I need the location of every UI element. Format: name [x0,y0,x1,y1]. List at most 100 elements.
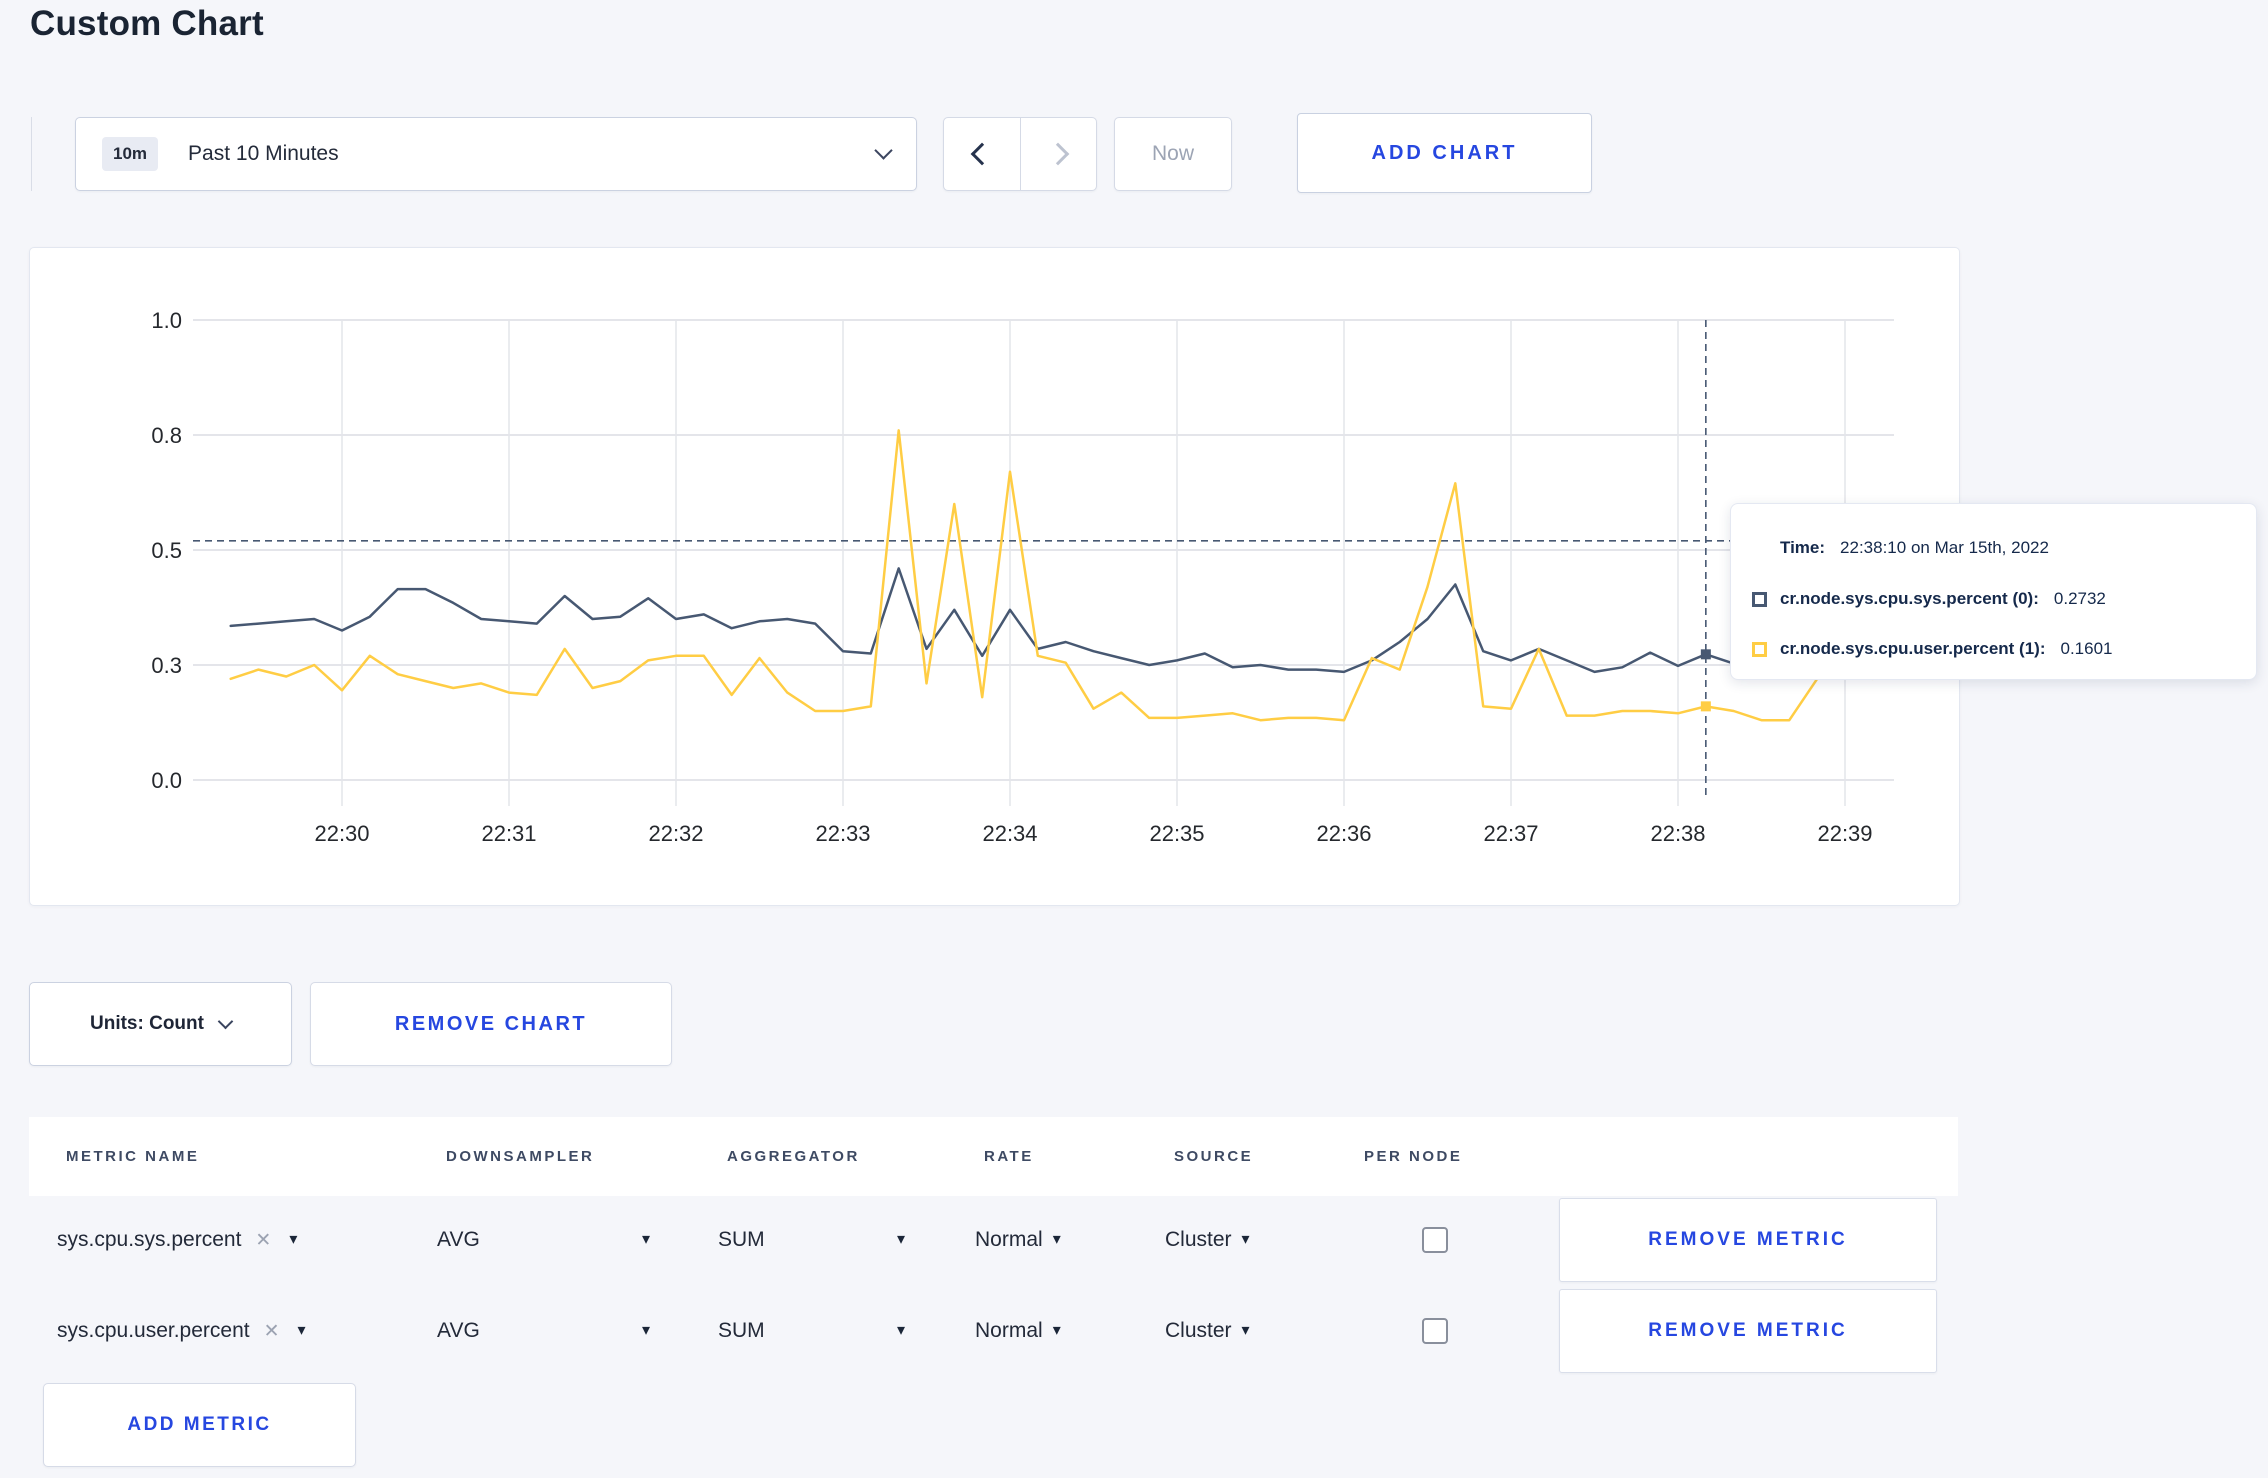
metric-name-value: sys.cpu.sys.percent [57,1228,242,1251]
table-row: sys.cpu.user.percent ✕ ▾ AVG ▾ SUM ▾ Nor… [29,1289,1958,1373]
table-row: sys.cpu.sys.percent ✕ ▾ AVG ▾ SUM ▾ Norm… [29,1198,1958,1282]
downsampler-cell: AVG ▾ [437,1228,718,1252]
source-value: Cluster [1165,1319,1232,1342]
y-tick-label: 0.5 [151,538,182,563]
chevron-down-icon: ▾ [641,1322,650,1339]
rate-select[interactable]: Normal ▾ [975,1228,1165,1252]
x-tick-label: 22:33 [815,821,870,846]
per-node-cell [1355,1318,1515,1344]
add-chart-label: ADD CHART [1371,141,1518,164]
source-select[interactable]: Cluster ▾ [1165,1228,1355,1252]
metric-name-select[interactable]: sys.cpu.sys.percent ✕ ▾ [57,1228,437,1252]
next-time-button[interactable] [1019,118,1097,190]
chevron-down-icon [217,1013,234,1030]
timeframe-badge: 10m [102,137,159,171]
add-chart-button[interactable]: ADD CHART [1297,113,1592,193]
remove-chart-label: REMOVE CHART [394,1012,588,1035]
remove-chart-button[interactable]: REMOVE CHART [310,982,672,1066]
aggregator-select[interactable]: SUM ▾ [718,1228,905,1252]
page-title: Custom Chart [30,4,264,43]
x-tick-label: 22:35 [1149,821,1204,846]
toolbar-divider [31,117,32,191]
chevron-down-icon: ▾ [1052,1322,1061,1339]
per-node-checkbox[interactable] [1422,1227,1448,1253]
aggregator-select[interactable]: SUM ▾ [718,1319,905,1343]
y-tick-label: 0.8 [151,423,182,448]
per-node-checkbox[interactable] [1422,1318,1448,1344]
chart-tooltip: Time: 22:38:10 on Mar 15th, 2022 cr.node… [1730,503,2257,680]
chevron-down-icon [874,141,893,160]
rate-value: Normal [975,1228,1043,1251]
x-tick-label: 22:32 [648,821,703,846]
x-tick-label: 22:34 [982,821,1037,846]
chevron-down-icon: ▾ [1241,1322,1250,1339]
actions-cell: REMOVE METRIC [1515,1289,1958,1373]
col-header-aggregator: AGGREGATOR [727,1148,860,1165]
downsampler-value: AVG [437,1319,480,1342]
chevron-right-icon [1046,142,1070,166]
aggregator-value: SUM [718,1228,765,1251]
add-metric-label: ADD METRIC [127,1414,272,1435]
clear-icon[interactable]: ✕ [264,1320,280,1343]
source-select[interactable]: Cluster ▾ [1165,1319,1355,1343]
cpu-chart-svg[interactable]: 0.0 0.3 0.5 0.8 1.0 22:30 22:31 22:32 22:33 22:34… [30,248,1959,905]
timeframe-select[interactable]: 10m Past 10 Minutes [75,117,917,191]
now-button-label: Now [1151,142,1194,165]
remove-metric-button[interactable]: REMOVE METRIC [1559,1289,1937,1373]
metrics-table-header: METRIC NAME DOWNSAMPLER AGGREGATOR RATE … [29,1117,1958,1196]
tooltip-series-0-label: cr.node.sys.cpu.sys.percent (0): [1780,589,2039,608]
tooltip-time-row: Time: 22:38:10 on Mar 15th, 2022 [1731,538,2049,558]
hover-point-0 [1700,649,1711,660]
col-header-per-node: PER NODE [1364,1148,1463,1165]
aggregator-cell: SUM ▾ [718,1319,975,1343]
timeframe-label: Past 10 Minutes [188,142,339,165]
x-tick-label: 22:37 [1483,821,1538,846]
prev-time-button[interactable] [944,118,1020,190]
col-header-metric-name: METRIC NAME [66,1148,200,1165]
downsampler-select[interactable]: AVG ▾ [437,1228,650,1252]
series-1-legend-icon [1752,641,1767,657]
units-label: Units: Count [90,1013,204,1034]
series-0-legend-icon [1752,591,1767,607]
tooltip-series-1-value: 0.1601 [2060,639,2113,658]
source-value: Cluster [1165,1228,1232,1251]
x-tick-label: 22:38 [1650,821,1705,846]
chevron-down-icon: ▾ [641,1231,650,1248]
col-header-source: SOURCE [1174,1148,1254,1165]
tooltip-time-label: Time: [1780,538,1826,557]
downsampler-value: AVG [437,1228,480,1251]
chevron-down-icon: ▾ [297,1322,306,1339]
tooltip-series-1-label: cr.node.sys.cpu.user.percent (1): [1780,639,2046,658]
per-node-cell [1355,1227,1515,1253]
col-header-downsampler: DOWNSAMPLER [446,1148,595,1165]
chevron-down-icon: ▾ [289,1231,298,1248]
chevron-down-icon: ▾ [1241,1231,1250,1248]
chevron-down-icon: ▾ [1052,1231,1061,1248]
col-header-rate: RATE [984,1148,1034,1165]
actions-cell: REMOVE METRIC [1515,1198,1958,1282]
clear-icon[interactable]: ✕ [255,1229,271,1252]
metric-name-select[interactable]: sys.cpu.user.percent ✕ ▾ [57,1319,437,1343]
tooltip-time-value: 22:38:10 on Mar 15th, 2022 [1840,538,2049,557]
downsampler-select[interactable]: AVG ▾ [437,1319,650,1343]
hover-point-1 [1700,701,1711,712]
chevron-down-icon: ▾ [896,1231,905,1248]
series-line-0 [229,567,1875,674]
aggregator-cell: SUM ▾ [718,1228,975,1252]
y-tick-label: 1.0 [151,308,182,333]
remove-metric-label: REMOVE METRIC [1648,1320,1848,1341]
rate-value: Normal [975,1319,1043,1342]
metric-name-value: sys.cpu.user.percent [57,1319,250,1342]
time-nav-group [943,117,1097,191]
units-select[interactable]: Units: Count [29,982,292,1066]
now-button[interactable]: Now [1114,117,1232,191]
tooltip-series-row: cr.node.sys.cpu.sys.percent (0): 0.2732 [1731,589,2106,609]
tooltip-series-row: cr.node.sys.cpu.user.percent (1): 0.1601 [1731,639,2112,659]
rate-select[interactable]: Normal ▾ [975,1319,1165,1343]
x-tick-label: 22:36 [1316,821,1371,846]
chevron-left-icon [970,142,994,166]
remove-metric-button[interactable]: REMOVE METRIC [1559,1198,1937,1282]
add-metric-button[interactable]: ADD METRIC [43,1383,356,1467]
chevron-down-icon: ▾ [896,1322,905,1339]
y-tick-label: 0.3 [151,653,182,678]
